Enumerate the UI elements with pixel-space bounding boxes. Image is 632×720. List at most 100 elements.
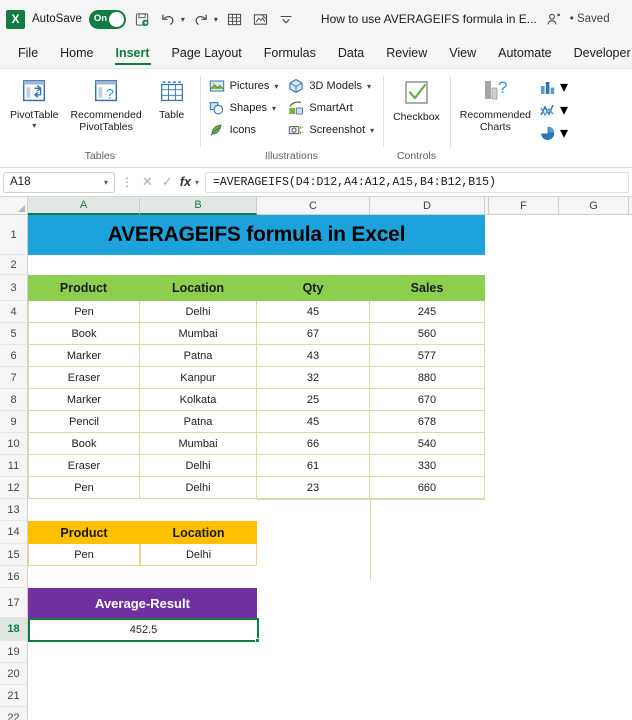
line-chart-button[interactable]: ▾ xyxy=(539,100,568,120)
cell-b14-criteria-header-location[interactable]: Location xyxy=(140,521,257,544)
row-header-3[interactable]: 3 xyxy=(0,275,28,301)
row-header-11[interactable]: 11 xyxy=(0,455,28,477)
tab-automate[interactable]: Automate xyxy=(488,42,562,65)
row-header-5[interactable]: 5 xyxy=(0,323,28,345)
table-row-cell-sales[interactable]: 560 xyxy=(370,323,485,345)
tab-data[interactable]: Data xyxy=(328,42,374,65)
row-header-10[interactable]: 10 xyxy=(0,433,28,455)
table-row-cell-product[interactable]: Pen xyxy=(28,301,140,323)
tab-page-layout[interactable]: Page Layout xyxy=(162,42,252,65)
column-header-b[interactable]: B xyxy=(140,197,257,215)
row-header-20[interactable]: 20 xyxy=(0,663,28,685)
table-row-cell-sales[interactable]: 660 xyxy=(370,477,485,499)
table-row-cell-qty[interactable]: 43 xyxy=(257,345,370,367)
column-header-a[interactable]: A xyxy=(28,197,140,215)
formula-input[interactable]: =AVERAGEIFS(D4:D12,A4:A12,A15,B4:B12,B15… xyxy=(204,171,629,193)
row-header-7[interactable]: 7 xyxy=(0,367,28,389)
cell-b15-criteria-location[interactable]: Delhi xyxy=(140,544,257,566)
table-row-cell-qty[interactable]: 45 xyxy=(257,301,370,323)
row-header-9[interactable]: 9 xyxy=(0,411,28,433)
touch-mode-icon[interactable] xyxy=(251,10,270,29)
column-header-f[interactable]: F xyxy=(489,197,559,214)
table-row-cell-product[interactable]: Pencil xyxy=(28,411,140,433)
enter-icon[interactable]: ✓ xyxy=(159,174,176,190)
cell-a15-criteria-product[interactable]: Pen xyxy=(28,544,140,566)
cancel-icon[interactable]: ✕ xyxy=(139,174,156,190)
person-share-icon[interactable] xyxy=(544,10,563,29)
table-row-cell-sales[interactable]: 678 xyxy=(370,411,485,433)
table-row-cell-product[interactable]: Eraser xyxy=(28,455,140,477)
table-row-cell-location[interactable]: Delhi xyxy=(140,301,257,323)
save-icon[interactable] xyxy=(133,10,152,29)
row-header-14[interactable]: 14 xyxy=(0,521,28,544)
undo-dropdown-icon[interactable]: ▾ xyxy=(181,15,185,24)
tab-review[interactable]: Review xyxy=(376,42,437,65)
shapes-dropdown-icon[interactable]: ▾ xyxy=(272,104,276,113)
table-grid-icon[interactable] xyxy=(225,10,244,29)
column-header-g[interactable]: G xyxy=(559,197,629,214)
recommended-pivottables-button[interactable]: ? Recommended PivotTables xyxy=(66,74,145,133)
table-row-cell-sales[interactable]: 880 xyxy=(370,367,485,389)
tab-home[interactable]: Home xyxy=(50,42,103,65)
redo-icon[interactable] xyxy=(192,10,211,29)
tab-view[interactable]: View xyxy=(439,42,486,65)
name-box-dropdown-icon[interactable]: ▾ xyxy=(104,178,108,187)
table-row-cell-product[interactable]: Pen xyxy=(28,477,140,499)
checkbox-button[interactable]: Checkbox xyxy=(389,74,444,124)
row-header-8[interactable]: 8 xyxy=(0,389,28,411)
table-row-cell-location[interactable]: Patna xyxy=(140,411,257,433)
table-row-cell-location[interactable]: Delhi xyxy=(140,477,257,499)
row-header-21[interactable]: 21 xyxy=(0,685,28,707)
tab-insert[interactable]: Insert xyxy=(106,42,160,65)
table-row-cell-product[interactable]: Eraser xyxy=(28,367,140,389)
tab-formulas[interactable]: Formulas xyxy=(254,42,326,65)
column-header-d[interactable]: D xyxy=(370,197,485,214)
row-header-16[interactable]: 16 xyxy=(0,566,28,588)
cell-a18-result-value[interactable]: 452.5 xyxy=(28,618,260,643)
cell-a1-banner[interactable]: AVERAGEIFS formula in Excel xyxy=(28,215,485,255)
column-chart-button[interactable]: ▾ xyxy=(539,77,568,97)
row-header-15[interactable]: 15 xyxy=(0,544,28,566)
row-header-13[interactable]: 13 xyxy=(0,499,28,521)
fx-icon[interactable]: fx xyxy=(179,175,192,189)
recommended-charts-button[interactable]: ? Recommended Charts xyxy=(456,74,535,133)
row-header-1[interactable]: 1 xyxy=(0,215,28,255)
customize-toolbar-icon[interactable] xyxy=(277,10,296,29)
table-row-cell-product[interactable]: Book xyxy=(28,433,140,455)
table-row-cell-qty[interactable]: 66 xyxy=(257,433,370,455)
pictures-dropdown-icon[interactable]: ▾ xyxy=(274,82,278,91)
cell-d3-header-sales[interactable]: Sales xyxy=(370,275,485,301)
table-row-cell-qty[interactable]: 25 xyxy=(257,389,370,411)
tab-developer[interactable]: Developer xyxy=(564,42,632,65)
line-chart-dropdown-icon[interactable]: ▾ xyxy=(560,100,568,120)
table-row-cell-product[interactable]: Marker xyxy=(28,345,140,367)
row-header-12[interactable]: 12 xyxy=(0,477,28,499)
table-row-cell-product[interactable]: Marker xyxy=(28,389,140,411)
cell-a3-header-product[interactable]: Product xyxy=(28,275,140,301)
table-row-cell-sales[interactable]: 670 xyxy=(370,389,485,411)
table-row-cell-sales[interactable]: 540 xyxy=(370,433,485,455)
document-title[interactable]: How to use AVERAGEIFS formula in E... xyxy=(321,12,537,26)
table-row-cell-product[interactable]: Book xyxy=(28,323,140,345)
pie-chart-button[interactable]: ▾ xyxy=(539,123,568,143)
cell-a14-criteria-header-product[interactable]: Product xyxy=(28,521,140,544)
autosave-toggle[interactable]: On xyxy=(88,9,126,29)
table-row-cell-sales[interactable]: 577 xyxy=(370,345,485,367)
row-header-22[interactable]: 22 xyxy=(0,707,28,720)
pivottable-button[interactable]: PivotTable ▾ xyxy=(6,74,62,130)
smartart-button[interactable]: SmartArt xyxy=(285,98,377,118)
table-row-cell-sales[interactable]: 330 xyxy=(370,455,485,477)
table-row-cell-qty[interactable]: 67 xyxy=(257,323,370,345)
column-chart-dropdown-icon[interactable]: ▾ xyxy=(560,77,568,97)
row-header-17[interactable]: 17 xyxy=(0,588,28,618)
column-header-c[interactable]: C xyxy=(257,197,370,214)
shapes-button[interactable]: Shapes ▾ xyxy=(206,98,282,118)
pie-chart-dropdown-icon[interactable]: ▾ xyxy=(560,123,568,143)
table-row-cell-qty[interactable]: 32 xyxy=(257,367,370,389)
table-row-cell-qty[interactable]: 23 xyxy=(257,477,370,499)
table-row-cell-location[interactable]: Kanpur xyxy=(140,367,257,389)
table-row-cell-location[interactable]: Kolkata xyxy=(140,389,257,411)
table-button[interactable]: Table xyxy=(150,74,194,122)
screenshot-button[interactable]: Screenshot ▾ xyxy=(285,120,377,140)
table-row-cell-location[interactable]: Mumbai xyxy=(140,433,257,455)
